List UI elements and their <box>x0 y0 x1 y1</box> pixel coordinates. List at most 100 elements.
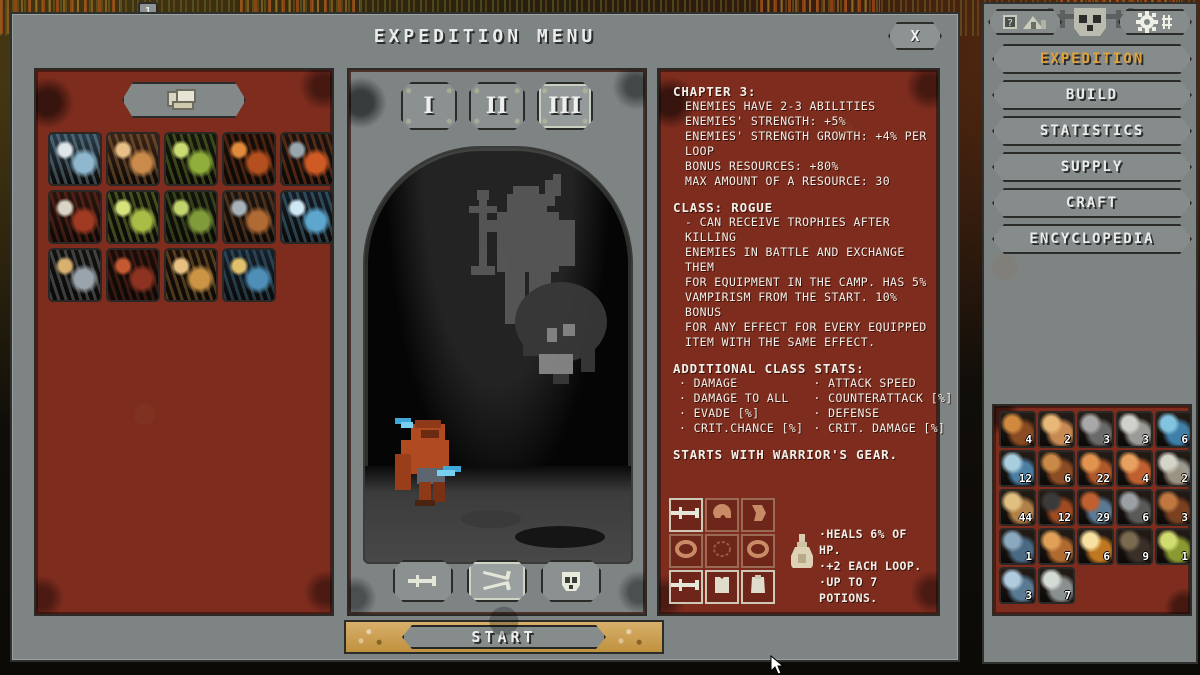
blood-grove-card[interactable] <box>48 190 102 244</box>
helmet-slot[interactable] <box>705 498 739 532</box>
sidebar-item-craft[interactable]: CRAFT <box>992 188 1192 218</box>
item-quantity: 29 <box>1096 511 1110 524</box>
item-quantity: 4 <box>1142 472 1149 485</box>
stone-item[interactable]: 3 <box>1116 411 1153 448</box>
svg-text:?: ? <box>1007 18 1013 29</box>
sword-slot[interactable] <box>669 498 703 532</box>
chapter-line: ENEMIES' STRENGTH: +5% <box>685 114 847 128</box>
class-line: ITEM WITH THE SAME EFFECT. <box>685 335 876 349</box>
sidebar-item-label: EXPEDITION <box>1039 51 1145 67</box>
class-line: VAMPIRISM FROM THE START. 10% BONUS <box>685 290 898 319</box>
class-button-rogue[interactable] <box>467 560 527 602</box>
class-line: - CAN RECEIVE TROPHIES AFTER KILLING <box>685 215 891 244</box>
item-quantity: 12 <box>1018 472 1032 485</box>
grove-card[interactable] <box>164 132 218 186</box>
class-button-necromancer[interactable] <box>541 560 601 602</box>
crossed-daggers-icon <box>480 568 514 594</box>
bookery-card[interactable] <box>48 248 102 302</box>
bracers-icon <box>747 503 769 527</box>
chapter-button-ii[interactable]: II <box>469 82 525 130</box>
sidebar-item-build[interactable]: BUILD <box>992 80 1192 110</box>
desert-card[interactable] <box>164 248 218 302</box>
amulet-slot[interactable] <box>705 534 739 568</box>
bloodstone-card[interactable] <box>106 248 160 302</box>
close-button[interactable]: X <box>888 22 942 50</box>
flesh-item[interactable]: 22 <box>1077 450 1114 487</box>
fungus-item[interactable]: 1 <box>1155 528 1192 565</box>
brain-item[interactable]: 4 <box>1116 450 1153 487</box>
scrap-item[interactable]: 3 <box>1077 411 1114 448</box>
card-grid <box>48 132 334 302</box>
question-icon: ? <box>1003 15 1017 29</box>
chapter-heading: CHAPTER 3: <box>673 84 757 99</box>
battlefield-card[interactable] <box>280 132 334 186</box>
item-quantity: 6 <box>1064 472 1071 485</box>
shield-slot[interactable] <box>669 570 703 604</box>
item-quantity: 6 <box>1142 511 1149 524</box>
metal-ball-item[interactable]: 29 <box>1077 489 1114 526</box>
class-heading: CLASS: ROGUE <box>673 200 773 215</box>
class-stats: DAMAGEDAMAGE TO ALLEVADE [%]CRIT.CHANCE … <box>673 376 953 436</box>
skull-item[interactable]: 2 <box>1155 450 1192 487</box>
chapter-selector: I II III <box>349 82 645 130</box>
class-selector <box>349 560 645 602</box>
ring-slot[interactable] <box>669 534 703 568</box>
potion-description: ·HEALS 6% OF HP. ·+2 EACH LOOP. ·UP TO 7 P… <box>819 526 930 606</box>
card-type-toggle-button[interactable] <box>122 82 246 118</box>
bone-helm-item[interactable]: 7 <box>1038 567 1075 604</box>
armor-slot[interactable] <box>705 570 739 604</box>
sidebar-item-supply[interactable]: SUPPLY <box>992 152 1192 182</box>
orb-gold-item[interactable]: 6 <box>1077 528 1114 565</box>
treasury-card[interactable] <box>222 248 276 302</box>
chapter-button-i[interactable]: I <box>401 82 457 130</box>
orb-item[interactable]: 12 <box>999 450 1036 487</box>
class-stat-item: CRIT. DAMAGE [%] <box>814 421 953 436</box>
spider-leg-item[interactable]: 3 <box>1155 489 1192 526</box>
cards-panel <box>34 68 334 616</box>
coal-item[interactable]: 9 <box>1116 528 1153 565</box>
forest-card[interactable] <box>164 190 218 244</box>
class-stat-item: DAMAGE TO ALL <box>679 391 804 406</box>
cloak-slot[interactable] <box>741 570 775 604</box>
starting-gear: ·HEALS 6% OF HP. ·+2 EACH LOOP. ·UP TO 7 P… <box>667 498 930 606</box>
potion-line: ·UP TO 7 POTIONS. <box>819 575 878 605</box>
class-stat-item: CRIT.CHANCE [%] <box>679 421 804 436</box>
horn-item[interactable]: 12 <box>1038 489 1075 526</box>
hero-sprite <box>395 418 461 506</box>
armor-icon <box>711 575 733 599</box>
item-quantity: 4 <box>1025 433 1032 446</box>
item-quantity: 6 <box>1181 433 1188 446</box>
feather-item[interactable]: 7 <box>1038 528 1075 565</box>
ring2-slot[interactable] <box>741 534 775 568</box>
hand-item[interactable]: 2 <box>1038 411 1075 448</box>
branch-item[interactable]: 4 <box>999 411 1036 448</box>
sidebar-item-expedition[interactable]: EXPEDITION <box>992 44 1192 74</box>
settings-button[interactable] <box>1118 9 1192 35</box>
help-button[interactable]: ? <box>988 9 1062 35</box>
mouse-cursor <box>770 655 785 675</box>
lich-card[interactable] <box>48 132 102 186</box>
ring-icon <box>675 539 697 563</box>
helm-item[interactable]: 3 <box>999 567 1036 604</box>
ice-cave-card[interactable] <box>280 190 334 244</box>
blue-shard-item[interactable]: 6 <box>1155 411 1192 448</box>
graveyard-card[interactable] <box>222 190 276 244</box>
item-quantity: 22 <box>1096 472 1110 485</box>
wheat-field-card[interactable] <box>106 190 160 244</box>
ruins-card[interactable] <box>106 132 160 186</box>
talon-item[interactable]: 6 <box>1116 489 1153 526</box>
claw-item[interactable]: 6 <box>1038 450 1075 487</box>
sidebar: ? EXPEDITION BUILD STATISTICS SUPPLY CRA… <box>982 2 1198 664</box>
sidebar-item-encyclopedia[interactable]: ENCYCLOPEDIA <box>992 224 1192 254</box>
class-button-warrior[interactable] <box>393 560 453 602</box>
scroll-item[interactable]: 44 <box>999 489 1036 526</box>
item-quantity: 6 <box>1103 550 1110 563</box>
gear-item[interactable]: 1 <box>999 528 1036 565</box>
chapter-line: ENEMIES' STRENGTH GROWTH: +4% PER <box>685 129 927 143</box>
sidebar-item-statistics[interactable]: STATISTICS <box>992 116 1192 146</box>
sidebar-top-bar: ? <box>984 4 1196 38</box>
chapter-button-iii[interactable]: III <box>537 82 593 130</box>
start-button[interactable]: START <box>402 625 606 649</box>
bracers-slot[interactable] <box>741 498 775 532</box>
spider-card[interactable] <box>222 132 276 186</box>
